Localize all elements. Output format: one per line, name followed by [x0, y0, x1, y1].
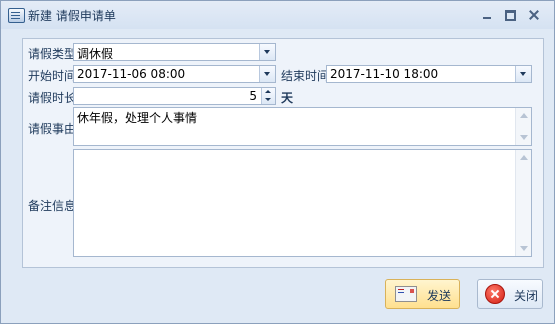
minimize-button[interactable] [480, 8, 494, 21]
scroll-up-icon[interactable] [520, 113, 528, 118]
start-time-value: 2017-11-06 08:00 [77, 67, 186, 81]
leave-type-dropdown-icon[interactable] [259, 44, 275, 60]
app-form-icon [8, 8, 25, 23]
duration-value: 5 [249, 89, 257, 103]
close-button[interactable]: 关闭 [477, 279, 543, 309]
duration-spinner[interactable]: 5 [73, 87, 276, 105]
duration-unit: 天 [281, 91, 294, 105]
scroll-down-icon[interactable] [520, 246, 528, 251]
notes-scrollbar[interactable] [515, 150, 531, 256]
duration-spin-icon[interactable] [261, 88, 275, 104]
notes-textarea[interactable] [73, 149, 532, 257]
scroll-down-icon[interactable] [520, 135, 528, 140]
leave-type-value: 调休假 [77, 47, 114, 61]
window-close-button[interactable] [527, 8, 541, 21]
close-circle-icon [485, 284, 505, 304]
window-title: 新建 请假申请单 [28, 9, 116, 23]
end-time-value: 2017-11-10 18:00 [330, 67, 439, 81]
leave-type-select[interactable]: 调休假 [73, 43, 276, 61]
reason-scrollbar[interactable] [515, 108, 531, 145]
close-button-label: 关闭 [514, 289, 539, 303]
start-time-label: 开始时间 [28, 69, 77, 83]
title-bar: 新建 请假申请单 [1, 1, 554, 29]
start-time-picker[interactable]: 2017-11-06 08:00 [73, 65, 276, 83]
start-time-dropdown-icon[interactable] [259, 66, 275, 82]
reason-value: 休年假，处理个人事情 [77, 111, 198, 125]
end-time-picker[interactable]: 2017-11-10 18:00 [326, 65, 532, 83]
leave-type-label: 请假类型 [28, 47, 77, 61]
end-time-label: 结束时间 [281, 69, 330, 83]
envelope-icon [395, 286, 417, 302]
end-time-dropdown-icon[interactable] [515, 66, 531, 82]
leave-request-window: 新建 请假申请单 请假类型 调休假 开始时间 2017-11-06 08:00 … [0, 0, 555, 324]
notes-label: 备注信息 [28, 199, 77, 213]
scroll-up-icon[interactable] [520, 155, 528, 160]
send-button[interactable]: 发送 [385, 279, 460, 309]
send-button-label: 发送 [427, 289, 452, 303]
reason-label: 请假事由 [28, 122, 77, 136]
maximize-button[interactable] [503, 8, 517, 21]
duration-label: 请假时长 [28, 91, 77, 105]
reason-textarea[interactable]: 休年假，处理个人事情 [73, 107, 532, 146]
